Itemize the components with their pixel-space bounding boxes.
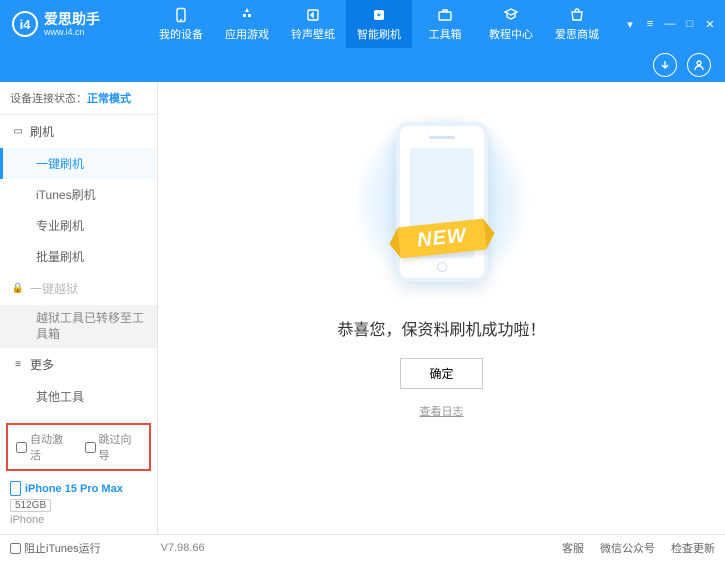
- sidebar-item-oneclick-flash[interactable]: 一键刷机: [0, 148, 157, 179]
- storage-badge: 512GB: [10, 499, 51, 512]
- lock-icon: 🔒: [12, 283, 24, 295]
- settings-icon[interactable]: ≡: [643, 17, 657, 31]
- nav-flash[interactable]: 智能刷机: [346, 0, 412, 48]
- sidebar: 设备连接状态：正常模式 ▭刷机 一键刷机 iTunes刷机 专业刷机 批量刷机 …: [0, 82, 158, 534]
- device-type: iPhone: [10, 514, 147, 526]
- device-info: iPhone 15 Pro Max 512GB iPhone: [0, 475, 157, 534]
- app-logo: i4 爱思助手 www.i4.cn: [8, 11, 148, 37]
- success-message: 恭喜您，保资料刷机成功啦！: [337, 316, 545, 340]
- footer-wechat[interactable]: 微信公众号: [600, 540, 655, 556]
- nav-apps-games[interactable]: 应用游戏: [214, 0, 280, 48]
- toolbox-icon: [436, 6, 454, 24]
- connection-status: 设备连接状态：正常模式: [0, 82, 157, 115]
- app-title: 爱思助手: [44, 12, 100, 26]
- options-highlight-box: 自动激活 跳过向导: [6, 423, 151, 471]
- version-label: V7.98.66: [161, 542, 205, 554]
- auto-activate-checkbox[interactable]: 自动激活: [16, 431, 73, 463]
- menu-icon[interactable]: ▾: [623, 17, 637, 31]
- app-url: www.i4.cn: [44, 28, 100, 37]
- sidebar-item-batch-flash[interactable]: 批量刷机: [0, 241, 157, 272]
- footer-support[interactable]: 客服: [562, 540, 584, 556]
- view-log-link[interactable]: 查看日志: [420, 403, 464, 419]
- store-icon: [568, 6, 586, 24]
- footer: 阻止iTunes运行 V7.98.66 客服 微信公众号 检查更新: [0, 534, 725, 561]
- sidebar-item-pro-flash[interactable]: 专业刷机: [0, 210, 157, 241]
- block-itunes-checkbox[interactable]: 阻止iTunes运行: [10, 540, 101, 556]
- group-jailbreak: 🔒一键越狱: [0, 272, 157, 305]
- nav-ringtones[interactable]: 铃声壁纸: [280, 0, 346, 48]
- close-icon[interactable]: ✕: [703, 17, 717, 31]
- top-nav: 我的设备 应用游戏 铃声壁纸 智能刷机 工具箱 教程中心 爱思商城: [148, 0, 623, 48]
- tutorial-icon: [502, 6, 520, 24]
- sidebar-item-download-firmware[interactable]: 下载固件: [0, 412, 157, 419]
- logo-icon: i4: [12, 11, 38, 37]
- nav-toolbox[interactable]: 工具箱: [412, 0, 478, 48]
- apps-icon: [238, 6, 256, 24]
- skip-setup-checkbox[interactable]: 跳过向导: [85, 431, 142, 463]
- nav-my-device[interactable]: 我的设备: [148, 0, 214, 48]
- flash-group-icon: ▭: [12, 126, 24, 138]
- group-more[interactable]: ≡更多: [0, 348, 157, 381]
- nav-store[interactable]: 爱思商城: [544, 0, 610, 48]
- more-icon: ≡: [12, 359, 24, 371]
- ok-button[interactable]: 确定: [400, 358, 482, 389]
- download-button[interactable]: [653, 53, 677, 77]
- user-button[interactable]: [687, 53, 711, 77]
- success-illustration: NEW: [342, 112, 542, 292]
- group-flash[interactable]: ▭刷机: [0, 115, 157, 148]
- phone-icon: [396, 122, 488, 282]
- maximize-icon[interactable]: □: [683, 17, 697, 31]
- minimize-icon[interactable]: —: [663, 17, 677, 31]
- footer-check-update[interactable]: 检查更新: [671, 540, 715, 556]
- device-icon: [172, 6, 190, 24]
- titlebar: i4 爱思助手 www.i4.cn 我的设备 应用游戏 铃声壁纸 智能刷机 工具…: [0, 0, 725, 48]
- window-controls: ▾ ≡ — □ ✕: [623, 17, 717, 31]
- ringtone-icon: [304, 6, 322, 24]
- sidebar-item-other-tools[interactable]: 其他工具: [0, 381, 157, 412]
- sidebar-item-itunes-flash[interactable]: iTunes刷机: [0, 179, 157, 210]
- jailbreak-moved-note: 越狱工具已转移至工具箱: [0, 305, 157, 348]
- flash-icon: [370, 6, 388, 24]
- main-content: NEW 恭喜您，保资料刷机成功啦！ 确定 查看日志: [158, 82, 725, 534]
- nav-tutorials[interactable]: 教程中心: [478, 0, 544, 48]
- device-name[interactable]: iPhone 15 Pro Max: [10, 481, 147, 496]
